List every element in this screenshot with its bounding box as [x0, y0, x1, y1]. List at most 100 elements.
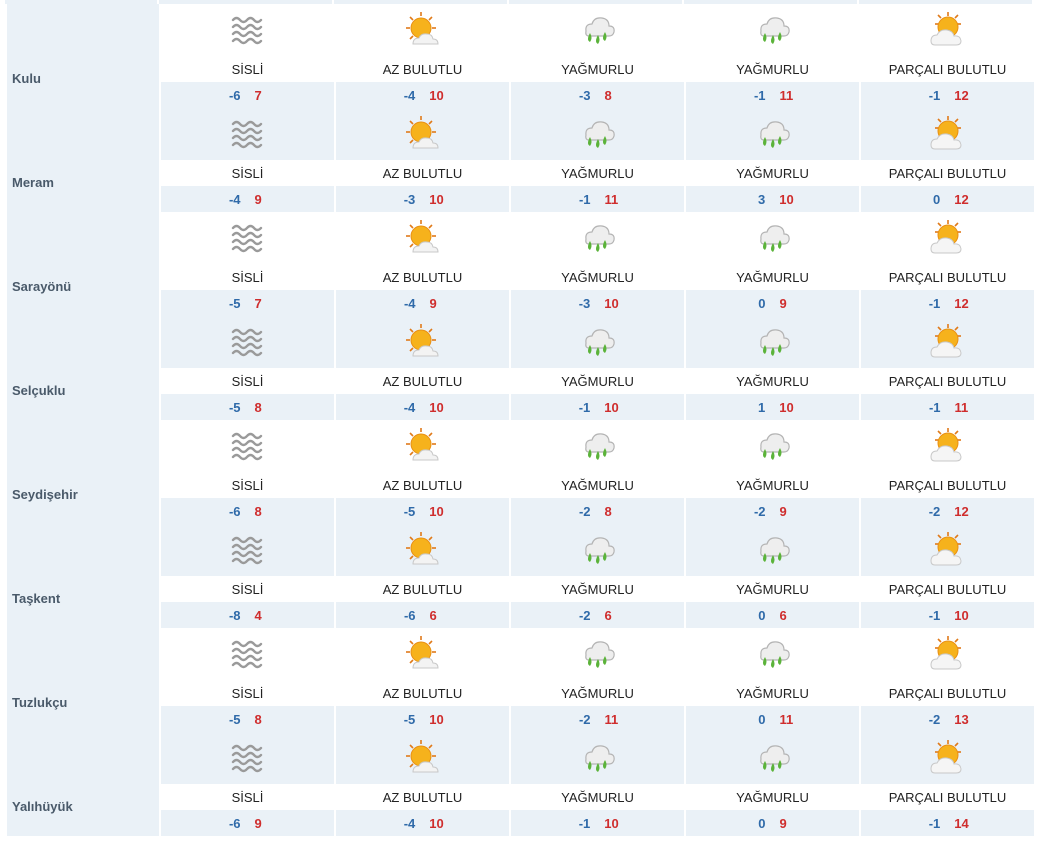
weather-description: SİSLİ [161, 368, 334, 394]
temperature-cell: -1 11 [861, 394, 1034, 420]
rain-icon [686, 219, 859, 257]
mostly-sunny-icon [336, 531, 509, 569]
low-temperature: -1 [578, 191, 591, 207]
rain-icon [686, 635, 859, 673]
temperature-cell: -1 11 [686, 82, 859, 108]
partly-cloudy-icon [861, 323, 1034, 361]
high-temperature: 12 [954, 191, 969, 207]
weather-description: SİSLİ [161, 56, 334, 82]
temperature-cell: -6 7 [161, 82, 334, 108]
weather-icon-cell [686, 628, 859, 680]
temperature-cell: -3 8 [511, 82, 684, 108]
temperature-cell: -5 8 [161, 706, 334, 732]
temperature-cell: -1 10 [861, 602, 1034, 628]
low-temperature: -5 [403, 711, 416, 727]
weather-icon-cell [336, 628, 509, 680]
city-name: Taşkent [12, 590, 61, 606]
weather-description: SİSLİ [161, 680, 334, 706]
partly-cloudy-icon [861, 531, 1034, 569]
high-temperature: 9 [254, 815, 262, 831]
low-temperature: -6 [228, 503, 241, 519]
low-temperature: 0 [933, 191, 941, 207]
rain-icon [511, 531, 684, 569]
low-temperature: 0 [758, 607, 766, 623]
weather-icon-cell [511, 316, 684, 368]
temperature-cell: -2 13 [861, 706, 1034, 732]
rain-icon [686, 11, 859, 49]
rain-icon [511, 219, 684, 257]
high-temperature: 8 [254, 503, 262, 519]
temperature-cell: -1 10 [511, 394, 684, 420]
city-name: Sarayönü [12, 278, 72, 294]
fog-icon [161, 636, 334, 672]
weather-icon-cell [686, 732, 859, 784]
weather-description: SİSLİ [161, 264, 334, 290]
fog-icon [161, 740, 334, 776]
temperature-cell: -3 10 [511, 290, 684, 316]
rain-icon [686, 323, 859, 361]
weather-description: YAĞMURLU [686, 472, 859, 498]
weather-icon-cell [686, 420, 859, 472]
weather-icon-cell [686, 4, 859, 56]
weather-icon-cell [686, 524, 859, 576]
high-temperature: 11 [604, 711, 619, 727]
fog-icon [161, 116, 334, 152]
partly-cloudy-icon [861, 11, 1034, 49]
weather-description: YAĞMURLU [511, 56, 684, 82]
high-temperature: 6 [604, 607, 612, 623]
fog-icon [161, 220, 334, 256]
temperature-cell: 3 10 [686, 186, 859, 212]
weather-icon-cell [861, 4, 1034, 56]
high-temperature: 10 [779, 191, 794, 207]
weather-description: YAĞMURLU [686, 784, 859, 810]
temperature-cell: 09 [686, 810, 859, 836]
weather-icon-cell [336, 212, 509, 264]
low-temperature: -4 [403, 399, 416, 415]
high-temperature: 14 [954, 815, 969, 831]
low-temperature: -4 [403, 295, 416, 311]
weather-description: AZ BULUTLU [336, 368, 509, 394]
low-temperature: -1 [928, 815, 941, 831]
temperature-cell: -4 10 [336, 394, 509, 420]
temperature-cell: -1 10 [511, 810, 684, 836]
weather-description: AZ BULUTLU [336, 160, 509, 186]
weather-description: YAĞMURLU [686, 576, 859, 602]
weather-description: YAĞMURLU [511, 160, 684, 186]
city-cell: Tuzlukçu [7, 628, 159, 732]
weather-icon-cell [686, 108, 859, 160]
temperature-cell: -4 9 [161, 186, 334, 212]
high-temperature: 10 [429, 503, 444, 519]
low-temperature: -2 [928, 503, 941, 519]
temperature-cell: 1 10 [686, 394, 859, 420]
temperature-cell: -6 9 [161, 810, 334, 836]
city-cell: Yalıhüyük [7, 732, 159, 836]
partly-cloudy-icon [861, 739, 1034, 777]
rain-icon [511, 427, 684, 465]
weather-description: YAĞMURLU [511, 368, 684, 394]
low-temperature: -4 [228, 191, 241, 207]
low-temperature: 1 [758, 399, 766, 415]
weather-icon-cell [861, 420, 1034, 472]
low-temperature: -8 [228, 607, 241, 623]
fog-icon [161, 428, 334, 464]
temperature-cell: -1 12 [861, 290, 1034, 316]
high-temperature: 4 [254, 607, 262, 623]
mostly-sunny-icon [336, 323, 509, 361]
weather-icon-cell [336, 732, 509, 784]
rain-icon [511, 739, 684, 777]
high-temperature: 10 [429, 87, 444, 103]
temperature-cell: 06 [686, 602, 859, 628]
temperature-cell: -2 8 [511, 498, 684, 524]
high-temperature: 9 [779, 295, 787, 311]
temperature-cell: -6 8 [161, 498, 334, 524]
high-temperature: 10 [429, 711, 444, 727]
high-temperature: 12 [954, 295, 969, 311]
low-temperature: -1 [928, 607, 941, 623]
weather-description: AZ BULUTLU [336, 264, 509, 290]
high-temperature: 8 [604, 87, 612, 103]
partly-cloudy-icon [861, 115, 1034, 153]
low-temperature: -1 [578, 815, 591, 831]
weather-icon-cell [861, 732, 1034, 784]
weather-icon-cell [161, 108, 334, 160]
low-temperature: -6 [403, 607, 416, 623]
